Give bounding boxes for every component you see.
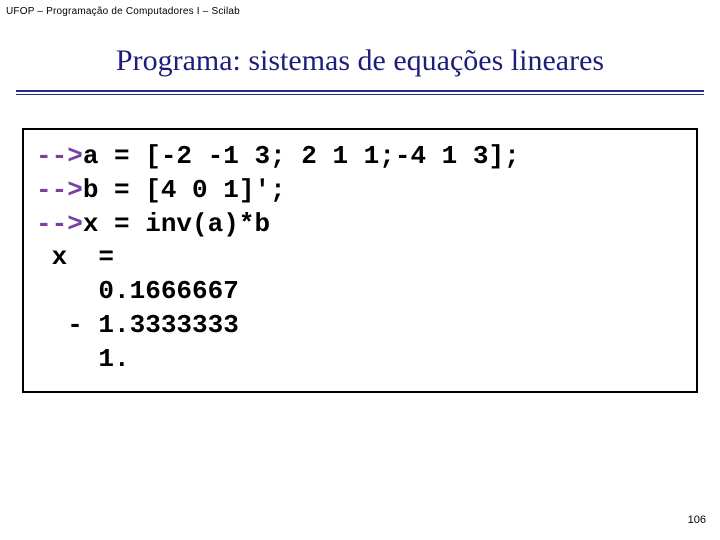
code-text: x = inv(a)*b	[83, 209, 270, 239]
prompt-arrow: -->	[36, 175, 83, 205]
code-line-7: 1.	[36, 343, 684, 377]
slide-title: Programa: sistemas de equações lineares	[0, 44, 720, 78]
code-line-3: -->x = inv(a)*b	[36, 208, 684, 242]
code-text: b = [4 0 1]';	[83, 175, 286, 205]
prompt-arrow: -->	[36, 141, 83, 171]
code-line-6: - 1.3333333	[36, 309, 684, 343]
code-line-2: -->b = [4 0 1]';	[36, 174, 684, 208]
prompt-arrow: -->	[36, 209, 83, 239]
rule-thin	[16, 94, 704, 95]
course-header: UFOP – Programação de Computadores I – S…	[6, 6, 240, 17]
title-rule	[16, 90, 704, 95]
page-number: 106	[688, 514, 706, 526]
code-line-4: x =	[36, 241, 684, 275]
code-text: a = [-2 -1 3; 2 1 1;-4 1 3];	[83, 141, 520, 171]
code-block: -->a = [-2 -1 3; 2 1 1;-4 1 3]; -->b = […	[22, 128, 698, 393]
rule-thick	[16, 90, 704, 92]
code-line-5: 0.1666667	[36, 275, 684, 309]
code-line-1: -->a = [-2 -1 3; 2 1 1;-4 1 3];	[36, 140, 684, 174]
slide: UFOP – Programação de Computadores I – S…	[0, 0, 720, 540]
